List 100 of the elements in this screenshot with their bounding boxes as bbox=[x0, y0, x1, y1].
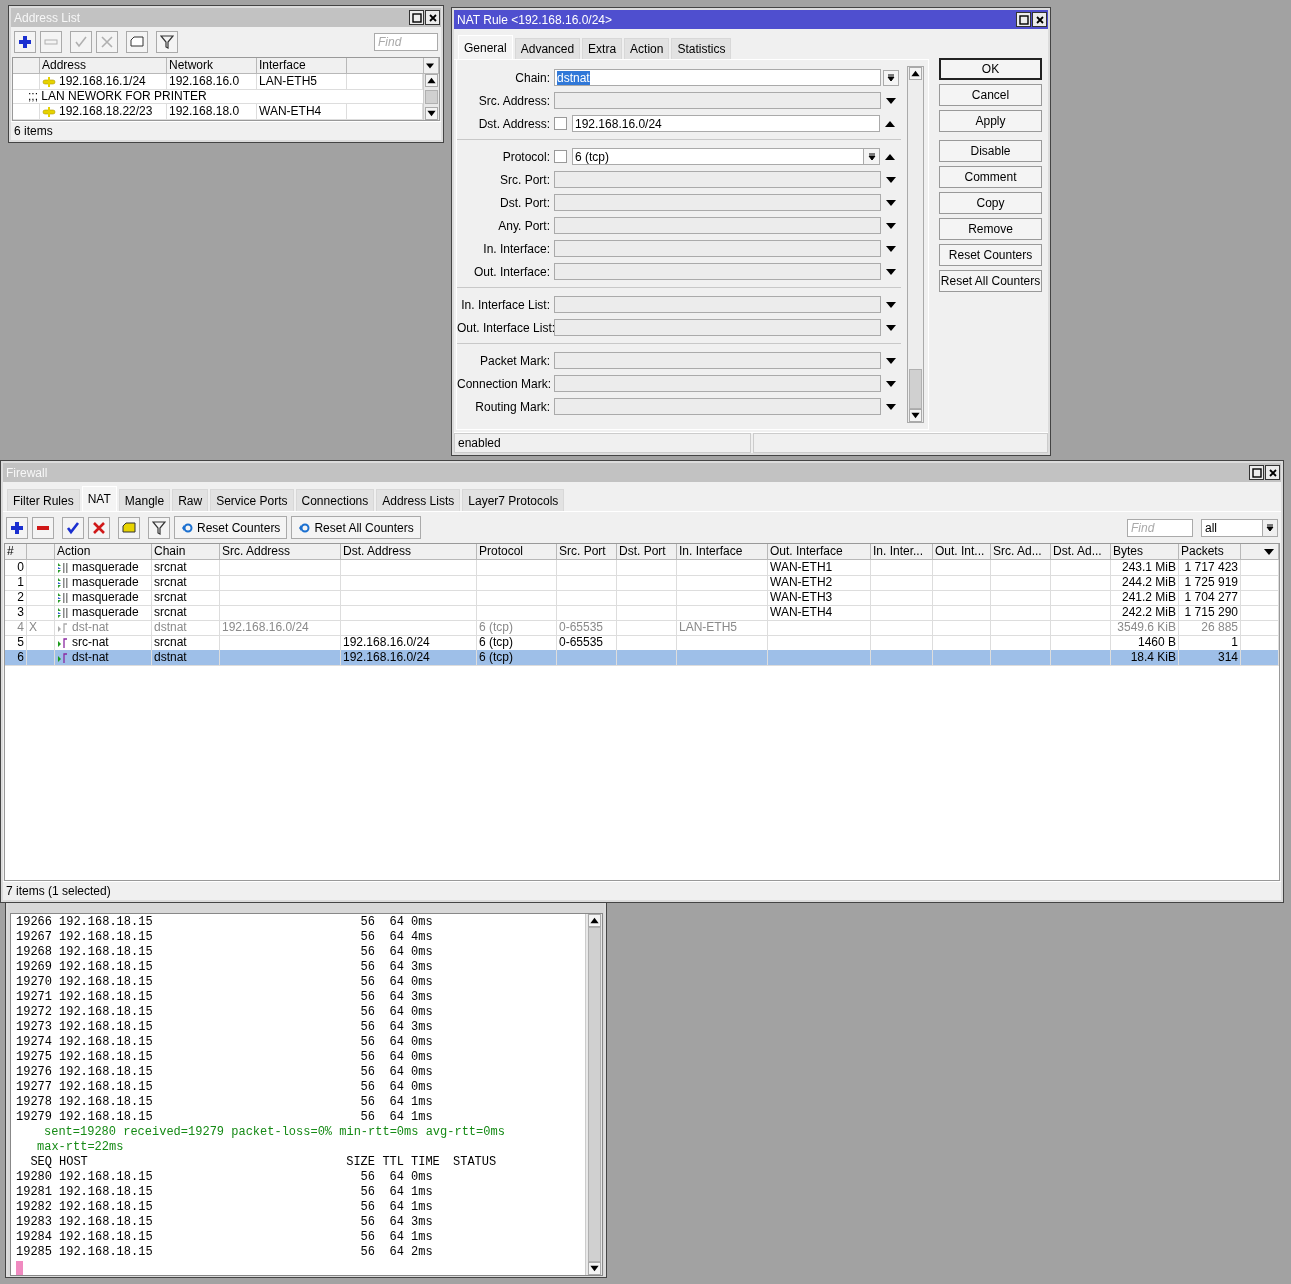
column-header[interactable]: In. Inter... bbox=[871, 544, 933, 560]
dialog-button[interactable]: Copy bbox=[939, 192, 1042, 214]
table-row[interactable]: 192.168.18.22/23 192.168.18.0 WAN-ETH4 bbox=[13, 104, 423, 119]
column-header[interactable]: Chain bbox=[152, 544, 220, 560]
tab[interactable]: Layer7 Protocols bbox=[462, 489, 565, 511]
column-header[interactable]: Bytes bbox=[1111, 544, 1179, 560]
input-field[interactable] bbox=[554, 375, 881, 392]
filter-button[interactable] bbox=[148, 516, 170, 539]
tab[interactable]: Action bbox=[624, 38, 670, 59]
input-field[interactable] bbox=[554, 352, 881, 369]
scrollbar[interactable] bbox=[585, 914, 602, 1275]
negate-checkbox[interactable] bbox=[554, 150, 567, 163]
input-field[interactable] bbox=[554, 319, 881, 336]
dialog-button[interactable]: Reset All Counters bbox=[939, 270, 1042, 292]
column-header[interactable]: Interface bbox=[257, 58, 347, 74]
dialog-button[interactable]: OK bbox=[939, 58, 1042, 80]
find-field[interactable]: Find bbox=[374, 33, 438, 51]
maximize-button[interactable] bbox=[1249, 465, 1264, 480]
scroll-down-icon[interactable] bbox=[425, 107, 438, 120]
scroll-down-icon[interactable] bbox=[909, 409, 922, 422]
tab[interactable]: Service Ports bbox=[210, 489, 294, 511]
expand-arrow-icon[interactable] bbox=[885, 221, 897, 230]
column-header[interactable]: Src. Port bbox=[557, 544, 617, 560]
expand-arrow-icon[interactable] bbox=[885, 175, 897, 184]
filter-button[interactable] bbox=[156, 31, 178, 53]
expand-arrow-icon[interactable] bbox=[885, 356, 897, 365]
expand-arrow-icon[interactable] bbox=[885, 379, 897, 388]
tab[interactable]: Address Lists bbox=[376, 489, 461, 511]
column-header[interactable]: Action bbox=[55, 544, 152, 560]
maximize-button[interactable] bbox=[409, 10, 424, 25]
expand-arrow-icon[interactable] bbox=[885, 244, 897, 253]
tab[interactable]: NAT bbox=[81, 486, 117, 511]
column-menu-icon[interactable] bbox=[426, 61, 434, 70]
scroll-up-icon[interactable] bbox=[587, 914, 601, 927]
column-header[interactable]: # bbox=[5, 544, 27, 560]
tab[interactable]: Statistics bbox=[671, 38, 732, 59]
tab[interactable]: Connections bbox=[295, 489, 375, 511]
collapse-arrow-icon[interactable] bbox=[884, 152, 896, 161]
table-row[interactable]: 1 masquerade srcnat WAN-ETH2 244.2 MiB 1 725 919 bbox=[5, 575, 1279, 590]
table-row[interactable]: 6 dst-nat dstnat 192.168.16.0/24 6 (tcp) 18.4 KiB 314 bbox=[5, 650, 1279, 665]
column-header[interactable]: Src. Address bbox=[220, 544, 341, 560]
add-button[interactable] bbox=[6, 516, 28, 539]
table-row[interactable]: 0 masquerade srcnat WAN-ETH1 243.1 MiB 1 717 423 bbox=[5, 560, 1279, 575]
column-header[interactable]: Packets bbox=[1179, 544, 1241, 560]
filter-select[interactable]: all bbox=[1201, 518, 1278, 537]
scroll-down-icon[interactable] bbox=[587, 1262, 601, 1275]
close-button[interactable] bbox=[1265, 465, 1280, 480]
close-button[interactable] bbox=[425, 10, 440, 25]
expand-arrow-icon[interactable] bbox=[885, 96, 897, 105]
input-field[interactable] bbox=[554, 296, 881, 313]
close-button[interactable] bbox=[1032, 12, 1047, 27]
scroll-up-icon[interactable] bbox=[425, 74, 438, 87]
scroll-up-icon[interactable] bbox=[909, 67, 922, 80]
input-field[interactable] bbox=[554, 263, 881, 280]
table-row[interactable]: 2 masquerade srcnat WAN-ETH3 241.2 MiB 1 704 277 bbox=[5, 590, 1279, 605]
reset-counters-button[interactable]: Reset Counters bbox=[174, 516, 288, 539]
maximize-button[interactable] bbox=[1016, 12, 1031, 27]
dropdown-button[interactable] bbox=[863, 149, 879, 164]
column-header[interactable]: Address bbox=[40, 58, 167, 74]
disable-button[interactable] bbox=[88, 516, 110, 539]
input-field[interactable] bbox=[554, 171, 881, 188]
dropdown-button[interactable] bbox=[883, 69, 899, 86]
dialog-button[interactable]: Comment bbox=[939, 166, 1042, 188]
input-field[interactable]: 6 (tcp) bbox=[572, 148, 880, 165]
chain-select[interactable]: dstnat bbox=[554, 69, 881, 86]
negate-checkbox[interactable] bbox=[554, 117, 567, 130]
column-header[interactable]: Out. Interface bbox=[768, 544, 871, 560]
input-field[interactable] bbox=[554, 398, 881, 415]
remove-button[interactable] bbox=[32, 516, 54, 539]
column-header[interactable]: Out. Int... bbox=[933, 544, 991, 560]
scroll-thumb[interactable] bbox=[587, 927, 601, 1262]
enable-button[interactable] bbox=[62, 516, 84, 539]
scrollbar[interactable] bbox=[907, 66, 924, 423]
table-row[interactable]: 192.168.16.1/24 192.168.16.0 LAN-ETH5 bbox=[13, 74, 423, 89]
expand-arrow-icon[interactable] bbox=[885, 323, 897, 332]
input-field[interactable] bbox=[554, 240, 881, 257]
expand-arrow-icon[interactable] bbox=[885, 402, 897, 411]
add-button[interactable] bbox=[14, 31, 36, 53]
dialog-button[interactable]: Cancel bbox=[939, 84, 1042, 106]
expand-arrow-icon[interactable] bbox=[885, 198, 897, 207]
collapse-arrow-icon[interactable] bbox=[884, 119, 896, 128]
find-field[interactable]: Find bbox=[1127, 518, 1193, 537]
tab[interactable]: Extra bbox=[582, 38, 623, 59]
comment-button[interactable] bbox=[118, 516, 140, 539]
table-row[interactable]: 3 masquerade srcnat WAN-ETH4 242.2 MiB 1 715 290 bbox=[5, 605, 1279, 620]
column-menu-icon[interactable] bbox=[1264, 547, 1274, 556]
input-field[interactable] bbox=[554, 217, 881, 234]
scroll-thumb[interactable] bbox=[425, 90, 438, 104]
tab[interactable]: Filter Rules bbox=[7, 489, 80, 511]
column-header[interactable]: In. Interface bbox=[677, 544, 768, 560]
tab[interactable]: General bbox=[458, 35, 513, 59]
column-header[interactable]: Dst. Ad... bbox=[1051, 544, 1111, 560]
scrollbar[interactable] bbox=[423, 74, 439, 120]
dialog-button[interactable]: Apply bbox=[939, 110, 1042, 132]
column-header[interactable]: Protocol bbox=[477, 544, 557, 560]
comment-row[interactable]: ;;; LAN NEWORK FOR PRINTER bbox=[13, 89, 423, 104]
input-field[interactable]: 192.168.16.0/24 bbox=[572, 115, 880, 132]
column-header[interactable]: Dst. Port bbox=[617, 544, 677, 560]
tab[interactable]: Advanced bbox=[514, 38, 581, 59]
comment-button[interactable] bbox=[126, 31, 148, 53]
